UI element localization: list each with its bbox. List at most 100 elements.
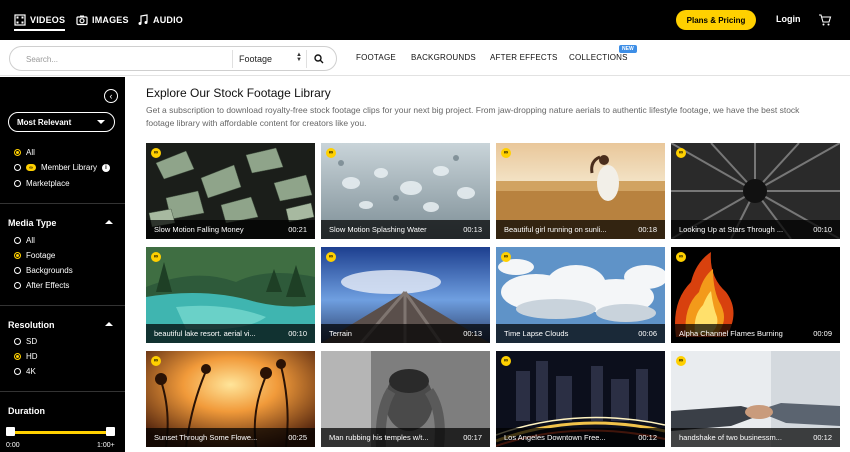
search-input[interactable] <box>26 51 226 67</box>
resolution-4k-label: 4K <box>26 367 36 376</box>
sort-select[interactable]: Most Relevant <box>8 112 115 132</box>
top-bar: VIDEOS IMAGES AUDIO Plans & Pricing Logi… <box>0 0 850 40</box>
resolution-4k-option[interactable]: 4K <box>14 367 36 376</box>
page-title: Explore Our Stock Footage Library <box>146 86 331 100</box>
library-all-label: All <box>26 148 35 157</box>
clip-title: beautiful lake resort. aerial vi... <box>154 329 256 338</box>
clip-card[interactable]: ∞ Terrain 00:13 <box>321 247 490 343</box>
search-category-value: Footage <box>239 54 273 64</box>
member-badge-icon: ∞ <box>676 148 686 158</box>
nav-images[interactable]: IMAGES <box>76 0 129 40</box>
search-bar: Footage ▲▼ FOOTAGE BACKGROUNDS AFTER EFF… <box>0 40 850 76</box>
library-marketplace-label: Marketplace <box>26 179 70 188</box>
duration-slider-min-handle[interactable] <box>6 427 15 436</box>
infinity-logo-icon: ∞ <box>26 164 36 171</box>
clip-duration: 00:13 <box>463 225 482 234</box>
clip-caption: Sunset Through Some Flowe... 00:25 <box>146 428 315 447</box>
clip-caption: Looking Up at Stars Through ... 00:10 <box>671 220 840 239</box>
sort-value: Most Relevant <box>17 117 72 127</box>
media-after-effects-option[interactable]: After Effects <box>14 281 69 290</box>
member-badge-icon: ∞ <box>676 356 686 366</box>
member-badge-icon: ∞ <box>501 252 511 262</box>
resolution-sd-option[interactable]: SD <box>14 337 37 346</box>
duration-slider-max-handle[interactable] <box>106 427 115 436</box>
caret-down-icon <box>97 120 105 124</box>
info-icon[interactable]: i <box>102 163 111 172</box>
camera-icon <box>76 15 88 26</box>
member-badge-icon: ∞ <box>151 252 161 262</box>
clip-card[interactable]: ∞ beautiful lake resort. aerial vi... 00:… <box>146 247 315 343</box>
clip-caption: Time Lapse Clouds 00:06 <box>496 324 665 343</box>
plans-pricing-button[interactable]: Plans & Pricing <box>676 10 756 30</box>
clip-card[interactable]: ∞ Alpha Channel Flames Burning 00:09 <box>671 247 840 343</box>
library-all-option[interactable]: All <box>14 148 35 157</box>
catnav-backgrounds[interactable]: BACKGROUNDS <box>411 53 476 62</box>
search-button[interactable] <box>306 50 330 68</box>
catnav-collections[interactable]: COLLECTIONS <box>569 53 628 62</box>
clip-card[interactable]: ∞ Slow Motion Falling Money 00:21 <box>146 143 315 239</box>
sidebar-divider <box>0 305 125 306</box>
member-badge-icon: ∞ <box>151 356 161 366</box>
clip-duration: 00:25 <box>288 433 307 442</box>
media-backgrounds-option[interactable]: Backgrounds <box>14 266 73 275</box>
cart-icon[interactable] <box>818 13 832 27</box>
clip-card[interactable]: ∞ Looking Up at Stars Through ... 00:10 <box>671 143 840 239</box>
radio-icon <box>14 338 21 345</box>
clip-card[interactable]: ∞ Los Angeles Downtown Free... 00:12 <box>496 351 665 447</box>
duration-max-label: 1:00+ <box>97 442 115 449</box>
member-badge-icon: ∞ <box>501 356 511 366</box>
login-link[interactable]: Login <box>776 14 801 24</box>
collapse-sidebar-button[interactable]: ‹ <box>104 89 118 103</box>
filter-sidebar: ‹ Most Relevant All ∞ Member Library i Mar… <box>0 77 125 452</box>
page-description: Get a subscription to download royalty-f… <box>146 105 800 128</box>
clip-duration: 00:09 <box>813 329 832 338</box>
resolution-title[interactable]: Resolution <box>8 320 55 330</box>
resolution-hd-option[interactable]: HD <box>14 352 38 361</box>
radio-icon <box>14 282 21 289</box>
clip-card[interactable]: ∞ Beautiful girl running on sunli... 00:1… <box>496 143 665 239</box>
clip-title: handshake of two businessm... <box>679 433 782 442</box>
catnav-after-effects[interactable]: AFTER EFFECTS <box>490 53 558 62</box>
clip-card[interactable]: Man rubbing his temples w/t... 00:17 <box>321 351 490 447</box>
clip-card[interactable]: ∞ Sunset Through Some Flowe... 00:25 <box>146 351 315 447</box>
radio-icon <box>14 164 21 171</box>
media-after-effects-label: After Effects <box>26 281 70 290</box>
nav-videos[interactable]: VIDEOS <box>14 0 66 40</box>
collapse-resolution-icon[interactable] <box>105 322 113 326</box>
media-all-label: All <box>26 236 35 245</box>
radio-checked-icon <box>14 149 21 156</box>
clip-caption: Slow Motion Falling Money 00:21 <box>146 220 315 239</box>
clip-card[interactable]: ∞ Time Lapse Clouds 00:06 <box>496 247 665 343</box>
clip-caption: handshake of two businessm... 00:12 <box>671 428 840 447</box>
clip-duration: 00:18 <box>638 225 657 234</box>
clip-duration: 00:13 <box>463 329 482 338</box>
nav-videos-label: VIDEOS <box>30 15 66 25</box>
clip-duration: 00:10 <box>288 329 307 338</box>
nav-audio[interactable]: AUDIO <box>137 0 183 40</box>
main-content: Explore Our Stock Footage Library Get a … <box>125 77 850 452</box>
library-marketplace-option[interactable]: Marketplace <box>14 179 70 188</box>
search-category-select[interactable]: Footage ▲ ▼ <box>232 50 302 68</box>
library-member-option[interactable]: ∞ Member Library i <box>14 163 111 172</box>
search-icon <box>313 54 323 64</box>
music-note-icon <box>138 14 148 25</box>
radio-icon <box>14 237 21 244</box>
clip-duration: 00:10 <box>813 225 832 234</box>
select-arrows-icon: ▲ ▼ <box>296 52 302 63</box>
collapse-media-type-icon[interactable] <box>105 220 113 224</box>
clip-card[interactable]: ∞ handshake of two businessm... 00:12 <box>671 351 840 447</box>
media-type-title[interactable]: Media Type <box>8 218 56 228</box>
duration-slider-track[interactable] <box>10 431 113 434</box>
clip-card[interactable]: ∞ Slow Motion Splashing Water 00:13 <box>321 143 490 239</box>
media-all-option[interactable]: All <box>14 236 35 245</box>
clip-caption: Slow Motion Splashing Water 00:13 <box>321 220 490 239</box>
duration-title[interactable]: Duration <box>8 406 45 416</box>
sidebar-divider <box>0 203 125 204</box>
clip-duration: 00:17 <box>463 433 482 442</box>
media-footage-option[interactable]: Footage <box>14 251 55 260</box>
radio-checked-icon <box>14 252 21 259</box>
radio-icon <box>14 180 21 187</box>
chevron-left-icon: ‹ <box>109 91 113 101</box>
catnav-footage[interactable]: FOOTAGE <box>356 53 396 62</box>
clip-duration: 00:21 <box>288 225 307 234</box>
